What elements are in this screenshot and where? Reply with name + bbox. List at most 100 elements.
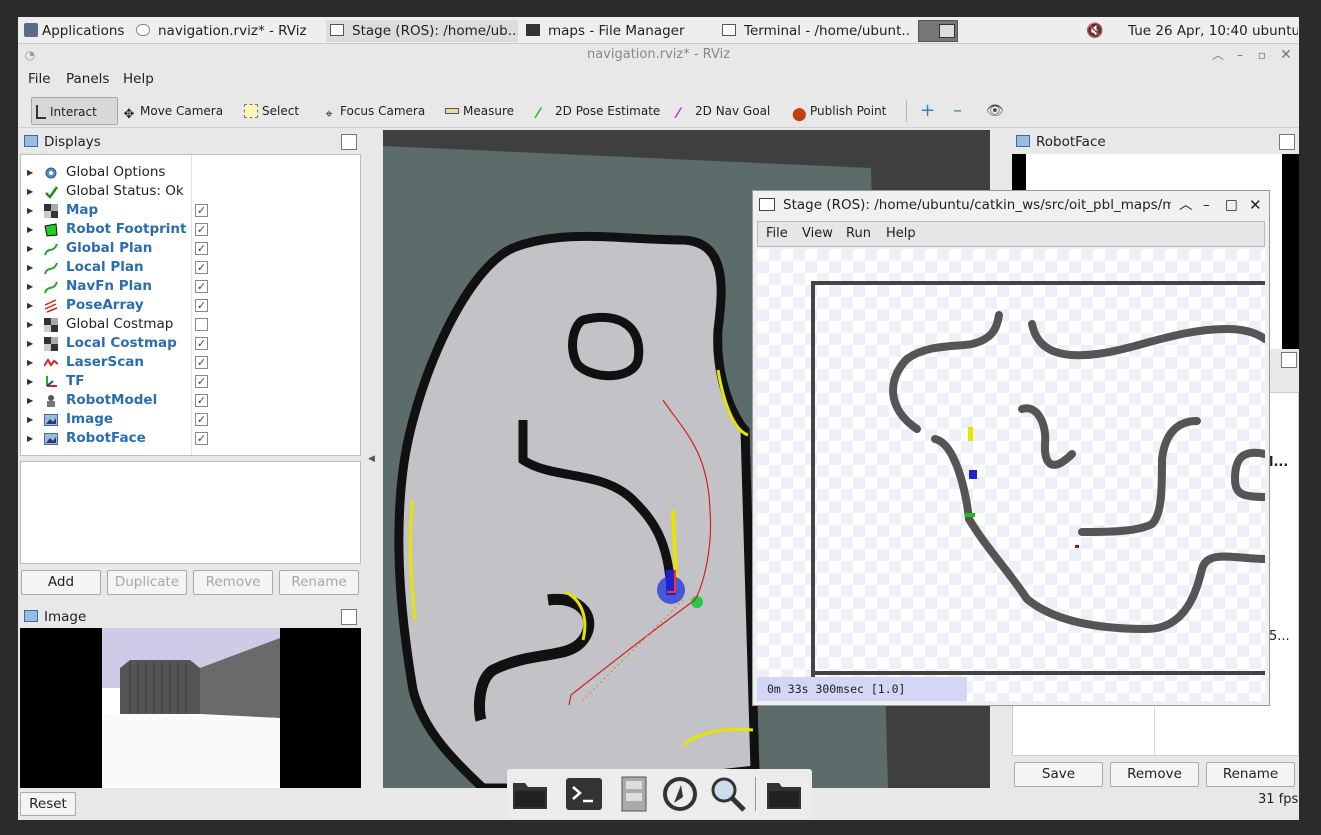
- close-button[interactable]: ✕: [1249, 191, 1262, 219]
- display-row-global-status-ok[interactable]: ▶ Global Status: Ok: [21, 182, 361, 201]
- display-enabled-checkbox[interactable]: ✓: [195, 375, 208, 388]
- display-row-image[interactable]: ▶ Image ✓: [21, 410, 361, 429]
- display-enabled-checkbox[interactable]: ✓: [195, 261, 208, 274]
- workspace-switcher[interactable]: [918, 20, 958, 42]
- expand-arrow-icon[interactable]: ▶: [27, 201, 33, 220]
- tool-move-camera[interactable]: ✥ Move Camera: [122, 97, 224, 125]
- expand-arrow-icon[interactable]: ▶: [27, 296, 33, 315]
- maximize-button[interactable]: ▫: [1254, 47, 1270, 63]
- add-tool-button[interactable]: +: [920, 97, 935, 125]
- display-label: Global Costmap: [66, 316, 174, 332]
- expand-arrow-icon[interactable]: ▶: [27, 353, 33, 372]
- tool-publish-point[interactable]: ⬤ Publish Point: [792, 97, 886, 125]
- shade-button[interactable]: ︿: [1210, 47, 1226, 63]
- menu-panels[interactable]: Panels: [66, 71, 109, 87]
- display-row-local-costmap[interactable]: ▶ Local Costmap ✓: [21, 334, 361, 353]
- close-button[interactable]: ✕: [1278, 47, 1294, 63]
- tool-measure[interactable]: Measure: [445, 97, 514, 125]
- expand-arrow-icon[interactable]: ▶: [27, 220, 33, 239]
- folder-icon[interactable]: [763, 773, 805, 815]
- volume-icon[interactable]: 🔇: [1086, 20, 1126, 42]
- shade-button[interactable]: ︿: [1179, 191, 1193, 219]
- rename-view-button[interactable]: Rename: [1206, 762, 1295, 787]
- display-row-tf[interactable]: ▶ TF ✓: [21, 372, 361, 391]
- expand-arrow-icon[interactable]: ▶: [27, 258, 33, 277]
- taskbar-item-terminal[interactable]: Terminal - /home/ubunt...: [718, 20, 910, 42]
- menu-help[interactable]: Help: [123, 71, 154, 87]
- cursor-icon: [36, 105, 46, 119]
- applications-menu[interactable]: Applications: [24, 20, 136, 42]
- expand-arrow-icon[interactable]: ▶: [27, 277, 33, 296]
- stage-menu-file[interactable]: File: [766, 226, 788, 241]
- display-row-robotface[interactable]: ▶ RobotFace ✓: [21, 429, 361, 448]
- taskbar-item-rviz[interactable]: navigation.rviz* - RViz: [132, 20, 324, 42]
- stage-menu-help[interactable]: Help: [886, 226, 916, 241]
- add-display-button[interactable]: Add: [21, 570, 101, 595]
- display-row-global-options[interactable]: ▶ Global Options: [21, 163, 361, 182]
- tool-2d-nav-goal[interactable]: ⁄ 2D Nav Goal: [677, 97, 770, 125]
- expand-arrow-icon[interactable]: ▶: [27, 182, 33, 201]
- display-enabled-checkbox[interactable]: ✓: [195, 413, 208, 426]
- expand-arrow-icon[interactable]: ▶: [27, 372, 33, 391]
- tool-interact[interactable]: Interact: [31, 97, 118, 125]
- terminal-icon[interactable]: [563, 773, 605, 815]
- save-button[interactable]: Save: [1014, 762, 1103, 787]
- display-row-laserscan[interactable]: ▶ LaserScan ✓: [21, 353, 361, 372]
- display-row-robotmodel[interactable]: ▶ RobotModel ✓: [21, 391, 361, 410]
- expand-arrow-icon[interactable]: ▶: [27, 315, 33, 334]
- display-enabled-checkbox[interactable]: ✓: [195, 299, 208, 312]
- expand-arrow-icon[interactable]: ▶: [27, 410, 33, 429]
- display-row-global-plan[interactable]: ▶ Global Plan ✓: [21, 239, 361, 258]
- display-row-map[interactable]: ▶ Map ✓: [21, 201, 361, 220]
- display-enabled-checkbox[interactable]: ✓: [195, 223, 208, 236]
- stage-menu-view[interactable]: View: [802, 226, 833, 241]
- display-enabled-checkbox[interactable]: ✓: [195, 280, 208, 293]
- stage-menu-run[interactable]: Run: [846, 226, 871, 241]
- panel-close-button[interactable]: [1281, 352, 1297, 368]
- expand-arrow-icon[interactable]: ▶: [27, 163, 33, 182]
- eye-icon[interactable]: 👁: [986, 97, 1004, 125]
- panel-close-button[interactable]: [341, 609, 357, 625]
- app-finder-icon[interactable]: [659, 773, 701, 815]
- stage-world-canvas[interactable]: [757, 249, 1265, 701]
- display-enabled-checkbox[interactable]: [195, 318, 208, 331]
- minimize-button[interactable]: –: [1203, 191, 1210, 219]
- expand-arrow-icon[interactable]: ▶: [27, 391, 33, 410]
- tool-focus-camera[interactable]: ⌖ Focus Camera: [322, 97, 425, 125]
- search-icon[interactable]: [707, 773, 749, 815]
- tool-select[interactable]: Select: [244, 97, 299, 125]
- expand-arrow-icon[interactable]: ▶: [27, 334, 33, 353]
- menu-file[interactable]: File: [28, 71, 51, 87]
- taskbar-item-stage[interactable]: Stage (ROS): /home/ub...: [326, 20, 518, 42]
- clock[interactable]: Tue 26 Apr, 10:40: [1128, 20, 1248, 42]
- display-enabled-checkbox[interactable]: ✓: [195, 394, 208, 407]
- remove-tool-button[interactable]: –: [953, 97, 962, 125]
- taskbar-item-file-manager[interactable]: maps - File Manager: [522, 20, 714, 42]
- panel-close-button[interactable]: [1279, 134, 1295, 150]
- reset-button[interactable]: Reset: [20, 792, 76, 816]
- panel-close-button[interactable]: [341, 134, 357, 150]
- display-row-local-plan[interactable]: ▶ Local Plan ✓: [21, 258, 361, 277]
- display-enabled-checkbox[interactable]: ✓: [195, 337, 208, 350]
- display-row-posearray[interactable]: ▶ PoseArray ✓: [21, 296, 361, 315]
- display-enabled-checkbox[interactable]: ✓: [195, 356, 208, 369]
- display-row-robot-footprint[interactable]: ▶ Robot Footprint ✓: [21, 220, 361, 239]
- user-menu[interactable]: ubuntu: [1252, 20, 1298, 42]
- collapse-left-handle[interactable]: ◀: [368, 454, 375, 464]
- folder-icon[interactable]: [509, 773, 551, 815]
- remove-button[interactable]: Remove: [193, 570, 273, 595]
- expand-arrow-icon[interactable]: ▶: [27, 239, 33, 258]
- rename-button[interactable]: Rename: [279, 570, 359, 595]
- expand-arrow-icon[interactable]: ▶: [27, 429, 33, 448]
- file-cabinet-icon[interactable]: [613, 773, 655, 815]
- display-enabled-checkbox[interactable]: ✓: [195, 242, 208, 255]
- display-enabled-checkbox[interactable]: ✓: [195, 432, 208, 445]
- maximize-button[interactable]: □: [1225, 191, 1238, 219]
- minimize-button[interactable]: –: [1232, 47, 1248, 63]
- display-row-navfn-plan[interactable]: ▶ NavFn Plan ✓: [21, 277, 361, 296]
- tool-2d-pose-estimate[interactable]: ⁄ 2D Pose Estimate: [537, 97, 660, 125]
- display-row-global-costmap[interactable]: ▶ Global Costmap: [21, 315, 361, 334]
- duplicate-button[interactable]: Duplicate: [107, 570, 187, 595]
- display-enabled-checkbox[interactable]: ✓: [195, 204, 208, 217]
- remove-view-button[interactable]: Remove: [1110, 762, 1199, 787]
